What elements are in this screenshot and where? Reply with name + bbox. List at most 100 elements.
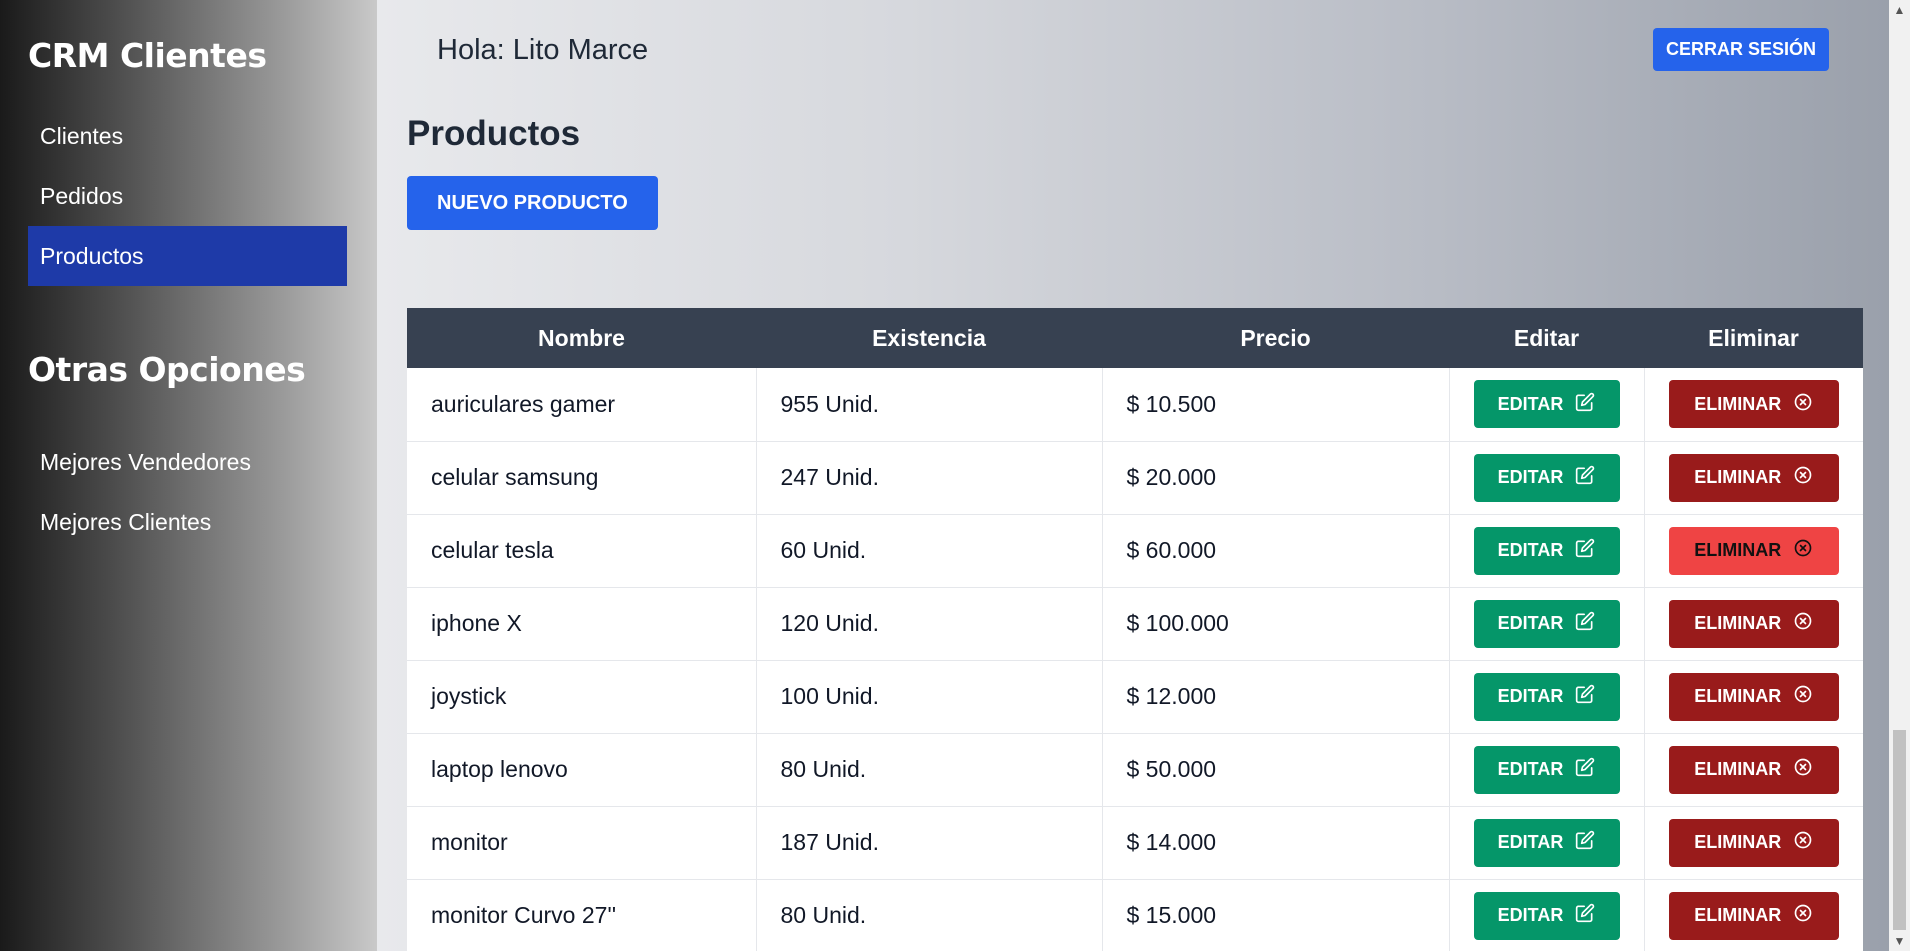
page-scrollbar[interactable]: ▲ ▼ [1889,0,1910,951]
product-price-cell: $ 50.000 [1102,733,1450,807]
delete-button-label: Eliminar [1694,686,1782,706]
edit-cell: Editar [1449,733,1645,807]
edit-icon [1575,757,1595,782]
delete-cell: Eliminar [1644,879,1863,951]
edit-button-label: Editar [1497,613,1564,633]
edit-button[interactable]: Editar [1473,453,1620,502]
edit-icon [1575,611,1595,636]
product-name-cell: celular tesla [407,514,757,588]
product-name-cell: monitor [407,806,757,880]
edit-button[interactable]: Editar [1473,745,1620,794]
edit-cell: Editar [1449,368,1645,442]
product-price-cell: $ 10.500 [1102,368,1450,442]
delete-button-label: Eliminar [1694,905,1782,925]
edit-button-label: Editar [1497,540,1564,560]
edit-button-label: Editar [1497,686,1564,706]
delete-cell: Eliminar [1644,806,1863,880]
column-header-existencia: Existencia [756,308,1102,368]
product-name-cell: laptop lenovo [407,733,757,807]
product-price-cell: $ 14.000 [1102,806,1450,880]
edit-cell: Editar [1449,806,1645,880]
sidebar-item-clientes[interactable]: Clientes [28,106,347,166]
brand-title: CRM Clientes [28,36,267,75]
delete-button-label: Eliminar [1694,467,1782,487]
sidebar-item-pedidos[interactable]: Pedidos [28,166,347,226]
edit-cell: Editar [1449,587,1645,661]
edit-button[interactable]: Editar [1473,380,1620,429]
column-header-editar: Editar [1449,308,1644,368]
product-price-cell: $ 12.000 [1102,660,1450,734]
table-row: celular samsung 247 Unid. $ 20.000 Editar El… [407,441,1863,515]
scroll-up-arrow-icon[interactable]: ▲ [1889,0,1910,20]
page-title: Productos [407,114,581,153]
edit-button[interactable]: Editar [1473,672,1620,721]
edit-button[interactable]: Editar [1473,891,1620,940]
product-stock-cell: 60 Unid. [756,514,1103,588]
product-price-cell: $ 60.000 [1102,514,1450,588]
delete-button-label: Eliminar [1694,540,1782,560]
product-name-cell: iphone X [407,587,757,661]
edit-button[interactable]: Editar [1473,526,1620,575]
logout-button[interactable]: Cerrar Sesión [1652,28,1829,71]
delete-button[interactable]: Eliminar [1668,599,1839,648]
close-circle-icon [1793,830,1813,855]
column-header-precio: Precio [1102,308,1449,368]
delete-button[interactable]: Eliminar [1668,745,1839,794]
delete-cell: Eliminar [1644,587,1863,661]
table-row: laptop lenovo 80 Unid. $ 50.000 Editar Elimi… [407,733,1863,807]
edit-icon [1575,538,1595,563]
sidebar: CRM Clientes Clientes Pedidos Productos … [0,0,377,951]
delete-button[interactable]: Eliminar [1668,526,1839,575]
product-stock-cell: 80 Unid. [756,879,1103,951]
product-stock-cell: 80 Unid. [756,733,1103,807]
scroll-down-arrow-icon[interactable]: ▼ [1889,931,1910,951]
main-nav: Clientes Pedidos Productos [28,106,349,286]
greeting-text: Hola: Lito Marce [437,34,649,66]
edit-cell: Editar [1449,441,1645,515]
delete-button-label: Eliminar [1694,759,1782,779]
edit-cell: Editar [1449,514,1645,588]
delete-button[interactable]: Eliminar [1668,380,1839,429]
delete-cell: Eliminar [1644,368,1863,442]
table-row: auriculares gamer 955 Unid. $ 10.500 Editar… [407,368,1863,442]
column-header-eliminar: Eliminar [1644,308,1863,368]
table-row: monitor Curvo 27'' 80 Unid. $ 15.000 Editar… [407,879,1863,951]
scrollbar-thumb[interactable] [1893,730,1906,930]
close-circle-icon [1793,611,1813,636]
delete-cell: Eliminar [1644,441,1863,515]
edit-icon [1575,392,1595,417]
sidebar-item-mejores-clientes[interactable]: Mejores Clientes [28,492,347,552]
delete-cell: Eliminar [1644,733,1863,807]
other-nav: Mejores Vendedores Mejores Clientes [28,432,349,552]
table-row: monitor 187 Unid. $ 14.000 Editar Eliminar [407,806,1863,880]
delete-cell: Eliminar [1644,514,1863,588]
product-stock-cell: 955 Unid. [756,368,1103,442]
product-stock-cell: 187 Unid. [756,806,1103,880]
delete-button-label: Eliminar [1694,832,1782,852]
product-price-cell: $ 15.000 [1102,879,1450,951]
edit-cell: Editar [1449,660,1645,734]
product-name-cell: celular samsung [407,441,757,515]
delete-button[interactable]: Eliminar [1668,891,1839,940]
edit-button-label: Editar [1497,905,1564,925]
edit-button-label: Editar [1497,467,1564,487]
delete-button[interactable]: Eliminar [1668,818,1839,867]
sidebar-item-mejores-vendedores[interactable]: Mejores Vendedores [28,432,347,492]
close-circle-icon [1793,757,1813,782]
new-product-button[interactable]: Nuevo Producto [407,176,658,230]
column-header-nombre: Nombre [407,308,756,368]
delete-button[interactable]: Eliminar [1668,453,1839,502]
main-content: Hola: Lito Marce Cerrar Sesión Productos… [377,0,1889,951]
products-table: Nombre Existencia Precio Editar Eliminar… [407,308,1863,951]
edit-cell: Editar [1449,879,1645,951]
product-name-cell: joystick [407,660,757,734]
edit-button-label: Editar [1497,832,1564,852]
sidebar-item-productos[interactable]: Productos [28,226,347,286]
product-price-cell: $ 100.000 [1102,587,1450,661]
edit-button[interactable]: Editar [1473,599,1620,648]
close-circle-icon [1793,684,1813,709]
edit-button[interactable]: Editar [1473,818,1620,867]
delete-button[interactable]: Eliminar [1668,672,1839,721]
edit-icon [1575,684,1595,709]
product-stock-cell: 120 Unid. [756,587,1103,661]
